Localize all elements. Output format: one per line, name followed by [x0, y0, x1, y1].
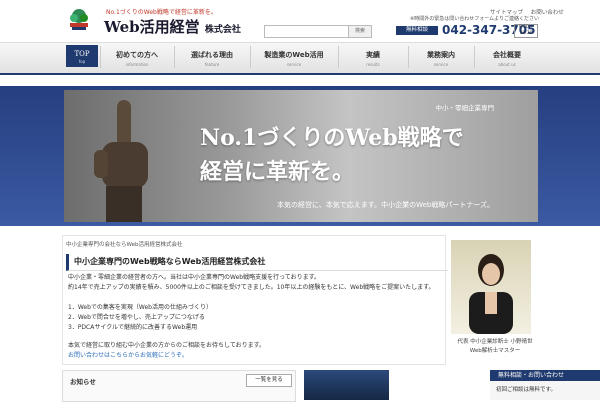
nav-sub-label: top [78, 59, 86, 64]
nav-label: 業務案内 [427, 51, 455, 59]
site-tagline: No.1づくりのWeb戦略で経営に革新を。 [106, 9, 217, 16]
paragraph: 中小企業・零細企業の経営者の方へ。当社は中小企業専門のWeb戦略支援を行っており… [68, 274, 321, 281]
paragraph-with-highlights: 約14年で売上アップの実績を積み、5000件以上のご相談を受けてきました。10年… [68, 284, 435, 292]
business-hours: 9:30〜18:30 [514, 24, 538, 38]
nav-label: 選ばれる理由 [191, 51, 233, 59]
inquiry-heading[interactable]: 無料相談・お問い合わせ [490, 370, 600, 381]
nav-item-information[interactable]: 初めての方へ information [102, 45, 172, 69]
contact-inline-link[interactable]: お問い合わせはこちらからお気軽にどうぞ。 [68, 352, 188, 359]
nav-sub-label: service [433, 62, 449, 67]
nav-divider [250, 46, 251, 68]
search-box: 検索 [264, 25, 372, 38]
nav-divider [338, 46, 339, 68]
representative-photo [451, 240, 531, 334]
hero-banner: 中小・零細企業専門 No.1づくりのWeb戦略で 経営に革新を。 本気の経営に、… [64, 90, 538, 222]
nav-divider [174, 46, 175, 68]
nav-item-results[interactable]: 実績 results [340, 45, 406, 69]
hero-label: 中小・零細企業専門 [435, 104, 495, 112]
raised-finger-image [94, 100, 148, 222]
nav-item-service[interactable]: 製造業のWeb活用 service [252, 45, 336, 69]
nav-divider [100, 46, 101, 68]
profile-caption: Web解析士マスター [469, 348, 521, 354]
brand-suffix: 株式会社 [204, 25, 241, 35]
hero-headline-1: No.1づくりのWeb戦略で [200, 125, 464, 151]
nav-sub-label: results [366, 62, 380, 67]
nav-divider [474, 46, 475, 68]
free-consultation-badge: 無料相談 [396, 26, 438, 35]
list-item: 1．Webでの集客を実現（Web活用の仕組みづくり） [68, 304, 212, 311]
paragraph: お問い合わせはこちらからお気軽にどうぞ。 [68, 352, 188, 360]
nav-sub-label: feature [204, 62, 220, 67]
news-title: お知らせ [70, 378, 96, 386]
inquiry-body: 初回ご相談は無料です。 [490, 381, 600, 400]
nav-label: 初めての方へ [116, 51, 158, 59]
paragraph-text: 約14年で売上アップの実績を積み、5000件以上のご相談を受けてきました。10年… [68, 284, 435, 291]
person-image [469, 254, 513, 334]
profile-caption: 代表 中小企業診断士 小野晴世 [457, 339, 533, 345]
paragraph: 本気で経営に取り組む中小企業の方からのご相談をお待ちしております。 [68, 342, 266, 349]
brand-main: Web活用経営 [104, 18, 200, 36]
search-input[interactable] [265, 26, 353, 37]
nav-label: 会社概要 [493, 51, 521, 59]
nav-item-feature[interactable]: 選ばれる理由 feature [176, 45, 248, 69]
building-image [304, 370, 389, 400]
nav-sub-label: service [286, 62, 302, 67]
brand-name[interactable]: Web活用経営 株式会社 [104, 16, 241, 37]
nav-label: 製造業のWeb活用 [264, 51, 324, 59]
list-item: 2．Webで問合せを増やし、売上アップにつなげる [68, 314, 205, 321]
nav-sub-label: about us [498, 62, 516, 67]
search-button[interactable]: 検索 [348, 26, 371, 37]
nav-divider [408, 46, 409, 68]
hero-subtext: 本気の経営に、本気で応えます。中小企業のWeb戦略パートナーズ。 [276, 201, 494, 209]
list-item: 3．PDCAサイクルで継続的に改善するWeb運用 [68, 324, 198, 331]
nav-label: 実績 [366, 51, 380, 59]
nav-item-about[interactable]: 会社概要 about us [476, 45, 538, 69]
logo-icon[interactable] [66, 8, 92, 32]
news-more-button[interactable]: 一覧を見る [246, 374, 292, 387]
hero-headline-2: 経営に革新を。 [200, 159, 355, 185]
after-hours-notice: ※時間外の緊急は問い合わせフォームよりご連絡ください [410, 16, 539, 22]
breadcrumb: 中小企業専門の会社ならWeb活用経営株式会社 [66, 242, 183, 248]
nav-sub-label: information [125, 62, 149, 67]
nav-item-top[interactable]: TOP top [66, 45, 98, 67]
nav-label: TOP [74, 50, 90, 58]
nav-item-business[interactable]: 業務案内 service [410, 45, 472, 69]
page-title: 中小企業専門のWeb戦略ならWeb活用経営株式会社 [66, 254, 448, 271]
site-header: No.1づくりのWeb戦略で経営に革新を。 Web活用経営 株式会社 検索 サイ… [0, 0, 600, 42]
